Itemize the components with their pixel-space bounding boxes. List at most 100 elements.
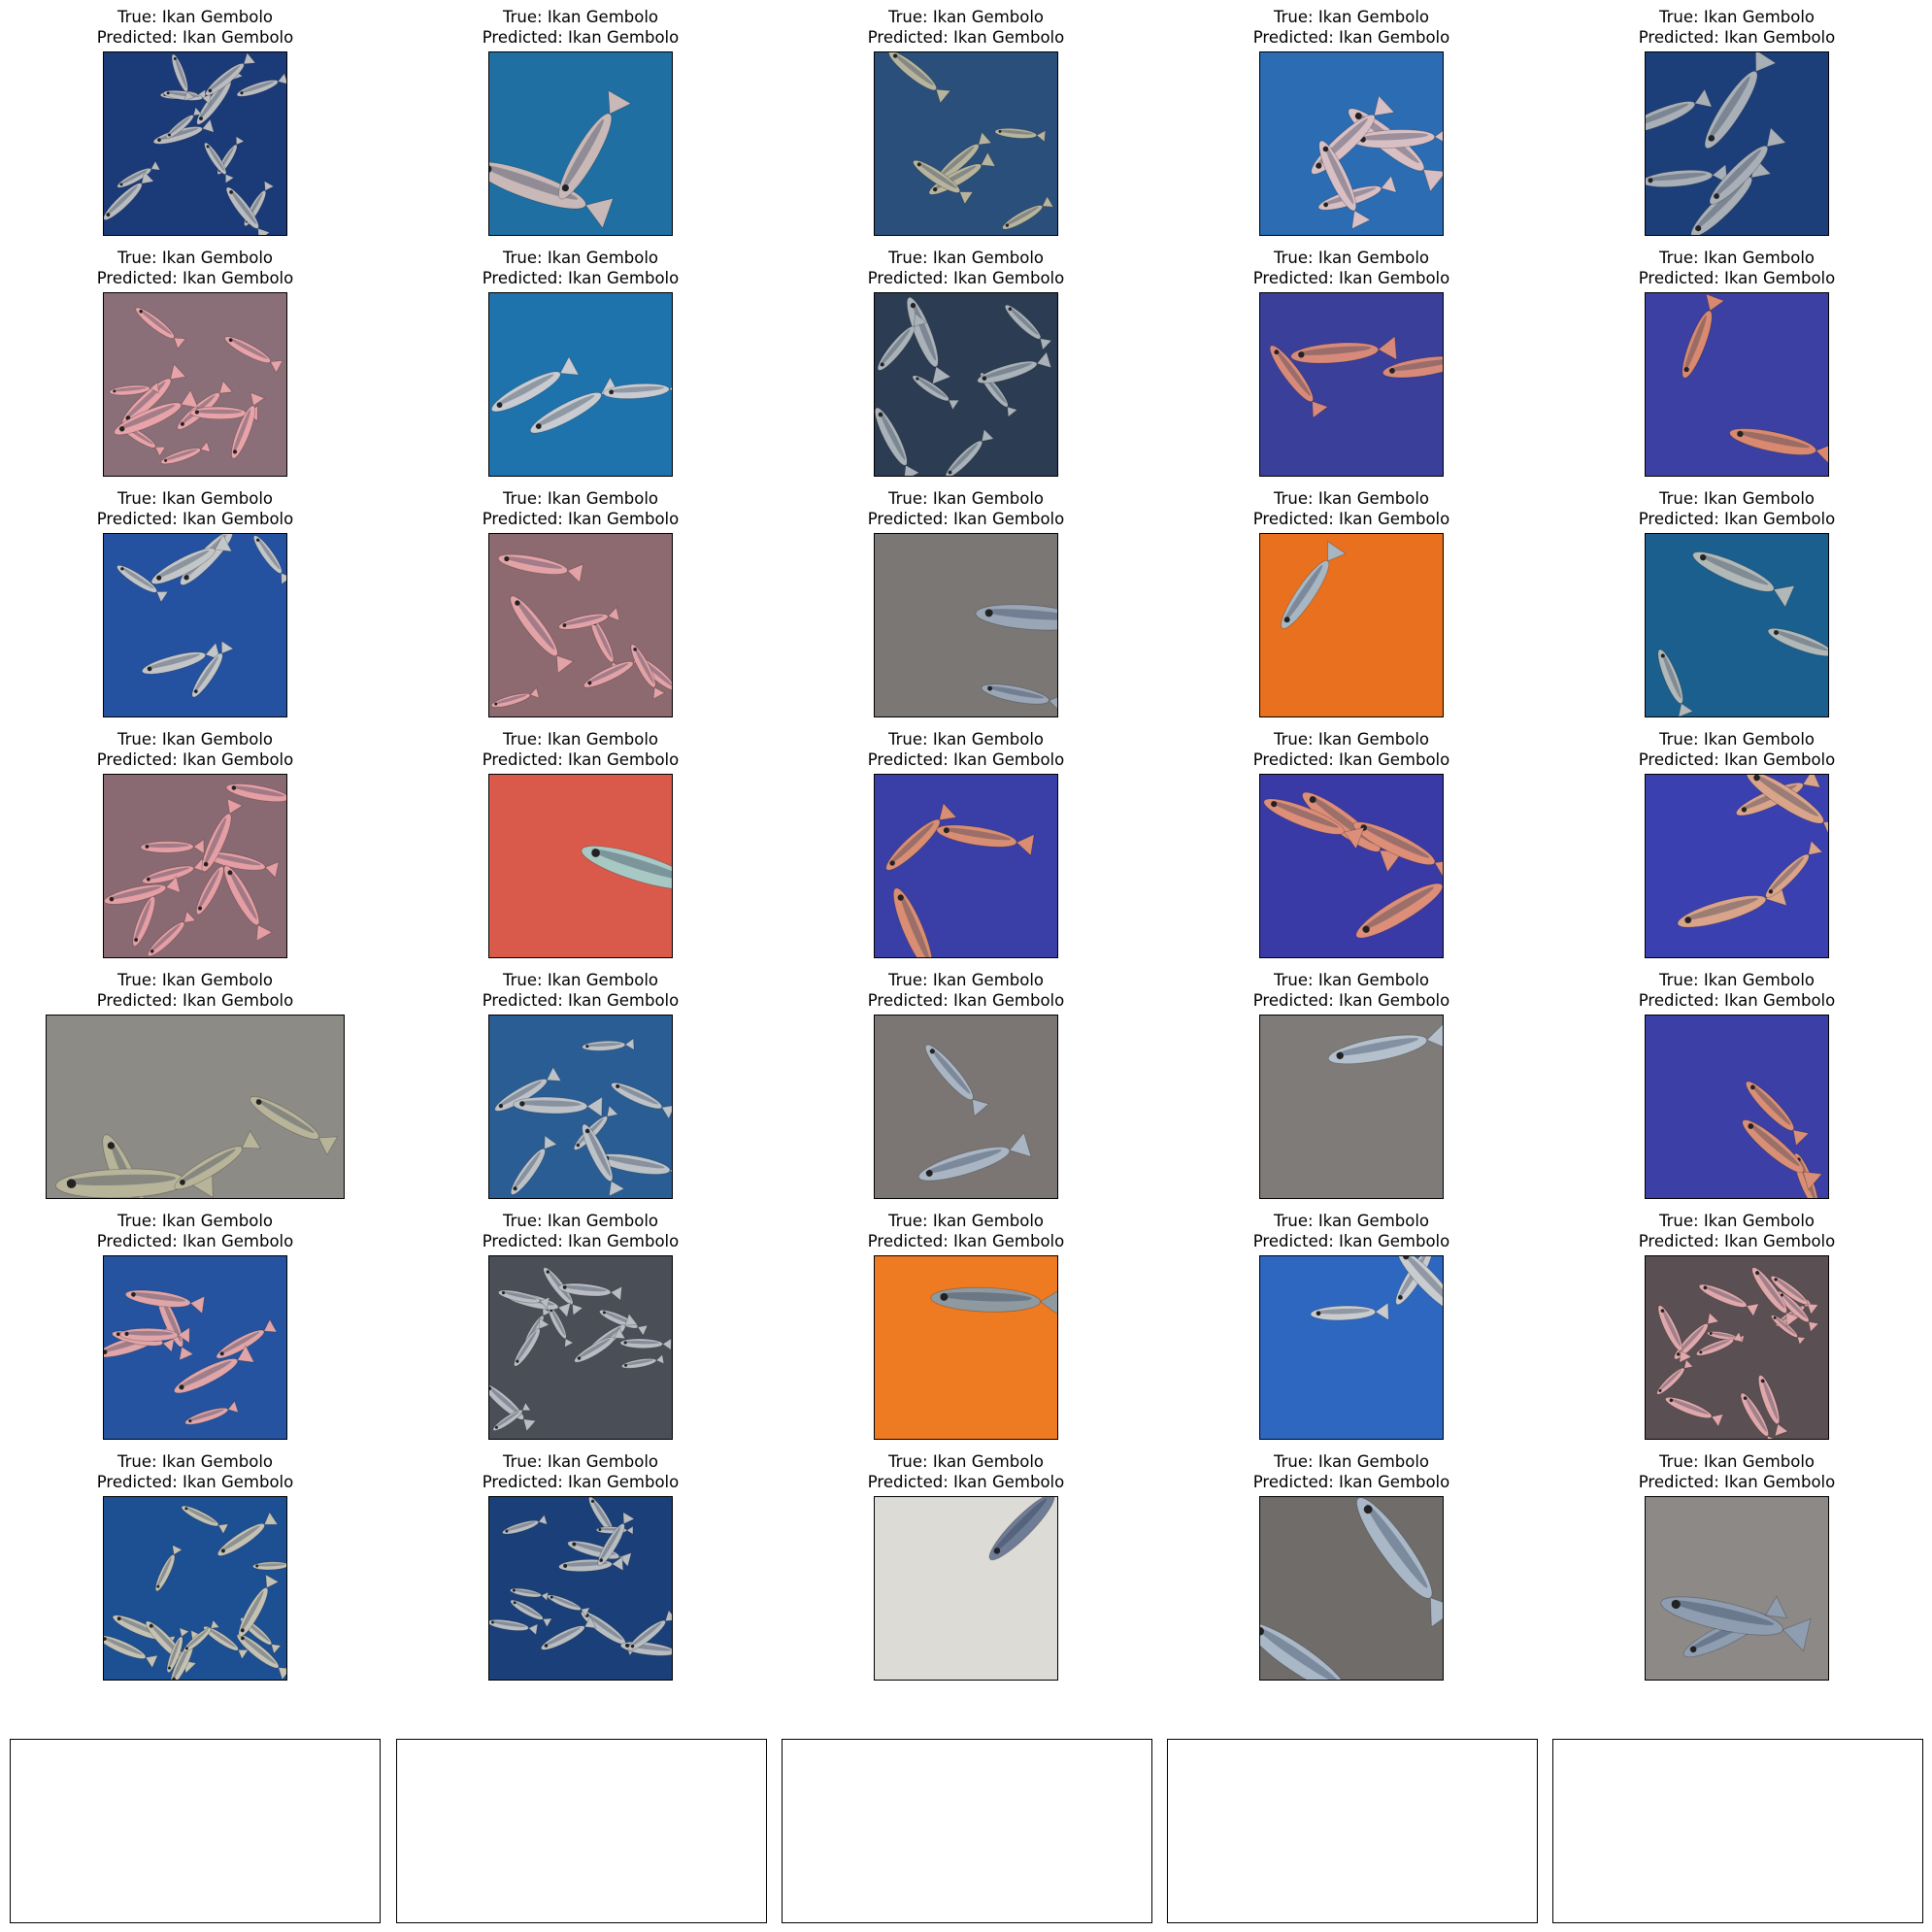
prediction-title: True: Ikan Gembolo Predicted: Ikan Gembol…: [435, 1212, 726, 1251]
predicted-label: Predicted: Ikan Gembolo: [482, 27, 680, 47]
fish-photo: [1645, 292, 1829, 477]
predicted-label: Predicted: Ikan Gembolo: [1252, 27, 1450, 47]
true-label: True: Ikan Gembolo: [887, 8, 1045, 26]
fish-photo: [103, 774, 287, 958]
fish-photo: [1259, 774, 1444, 958]
predicted-label: Predicted: Ikan Gembolo: [96, 268, 294, 287]
predicted-label: Predicted: Ikan Gembolo: [1252, 1472, 1450, 1491]
predicted-label: Predicted: Ikan Gembolo: [867, 27, 1065, 47]
fish-photo: [1645, 774, 1829, 958]
prediction-title: True: Ikan Gembolo Predicted: Ikan Gembol…: [820, 489, 1112, 529]
true-label: True: Ikan Gembolo: [502, 249, 659, 267]
prediction-title: True: Ikan Gembolo Predicted: Ikan Gembol…: [820, 249, 1112, 288]
prediction-title: True: Ikan Gembolo Predicted: Ikan Gembol…: [1206, 1452, 1497, 1492]
fish-photo: [488, 1255, 673, 1440]
true-label: True: Ikan Gembolo: [502, 1212, 659, 1230]
predicted-label: Predicted: Ikan Gembolo: [867, 990, 1065, 1010]
predicted-label: Predicted: Ikan Gembolo: [1252, 749, 1450, 769]
prediction-title: True: Ikan Gembolo Predicted: Ikan Gembol…: [1206, 730, 1497, 770]
predicted-label: Predicted: Ikan Gembolo: [1638, 1231, 1836, 1250]
prediction-title: True: Ikan Gembolo Predicted: Ikan Gembol…: [1206, 971, 1497, 1011]
empty-axes-panel: [396, 1739, 767, 1923]
prediction-title: True: Ikan Gembolo Predicted: Ikan Gembol…: [435, 8, 726, 48]
true-label: True: Ikan Gembolo: [502, 971, 659, 989]
prediction-title: True: Ikan Gembolo Predicted: Ikan Gembol…: [1206, 1212, 1497, 1251]
prediction-title: True: Ikan Gembolo Predicted: Ikan Gembol…: [1206, 489, 1497, 529]
true-label: True: Ikan Gembolo: [502, 489, 659, 508]
fish-photo: [488, 292, 673, 477]
true-label: True: Ikan Gembolo: [1658, 1452, 1815, 1471]
true-label: True: Ikan Gembolo: [502, 1452, 659, 1471]
fish-photo: [874, 292, 1058, 477]
predicted-label: Predicted: Ikan Gembolo: [867, 1472, 1065, 1491]
fish-photo: [103, 1496, 287, 1681]
true-label: True: Ikan Gembolo: [117, 730, 274, 749]
prediction-title: True: Ikan Gembolo Predicted: Ikan Gembol…: [50, 971, 341, 1011]
true-label: True: Ikan Gembolo: [502, 8, 659, 26]
true-label: True: Ikan Gembolo: [117, 971, 274, 989]
true-label: True: Ikan Gembolo: [117, 1212, 274, 1230]
empty-axes-panel: [1167, 1739, 1538, 1923]
prediction-title: True: Ikan Gembolo Predicted: Ikan Gembol…: [435, 489, 726, 529]
predicted-label: Predicted: Ikan Gembolo: [1252, 1231, 1450, 1250]
prediction-title: True: Ikan Gembolo Predicted: Ikan Gembol…: [50, 249, 341, 288]
prediction-title: True: Ikan Gembolo Predicted: Ikan Gembol…: [1591, 249, 1882, 288]
predicted-label: Predicted: Ikan Gembolo: [1252, 990, 1450, 1010]
true-label: True: Ikan Gembolo: [1273, 1212, 1430, 1230]
predicted-label: Predicted: Ikan Gembolo: [1252, 268, 1450, 287]
predicted-label: Predicted: Ikan Gembolo: [1252, 509, 1450, 528]
prediction-title: True: Ikan Gembolo Predicted: Ikan Gembol…: [435, 249, 726, 288]
fish-photo: [46, 1015, 345, 1199]
fish-photo: [874, 1255, 1058, 1440]
predicted-label: Predicted: Ikan Gembolo: [96, 509, 294, 528]
prediction-title: True: Ikan Gembolo Predicted: Ikan Gembol…: [1206, 8, 1497, 48]
predicted-label: Predicted: Ikan Gembolo: [1638, 27, 1836, 47]
true-label: True: Ikan Gembolo: [1273, 1452, 1430, 1471]
fish-photo: [1259, 1255, 1444, 1440]
true-label: True: Ikan Gembolo: [1658, 1212, 1815, 1230]
true-label: True: Ikan Gembolo: [1273, 249, 1430, 267]
prediction-title: True: Ikan Gembolo Predicted: Ikan Gembol…: [435, 1452, 726, 1492]
true-label: True: Ikan Gembolo: [887, 1212, 1045, 1230]
prediction-title: True: Ikan Gembolo Predicted: Ikan Gembol…: [435, 971, 726, 1011]
fish-photo: [1259, 292, 1444, 477]
predicted-label: Predicted: Ikan Gembolo: [482, 1472, 680, 1491]
fish-photo: [1259, 1496, 1444, 1681]
predicted-label: Predicted: Ikan Gembolo: [482, 509, 680, 528]
fish-photo: [1645, 51, 1829, 236]
true-label: True: Ikan Gembolo: [1273, 971, 1430, 989]
fish-photo: [874, 774, 1058, 958]
fish-photo: [488, 1015, 673, 1199]
true-label: True: Ikan Gembolo: [1658, 249, 1815, 267]
fish-photo: [1645, 1255, 1829, 1440]
true-label: True: Ikan Gembolo: [117, 249, 274, 267]
fish-photo: [1645, 533, 1829, 717]
true-label: True: Ikan Gembolo: [887, 489, 1045, 508]
predicted-label: Predicted: Ikan Gembolo: [96, 990, 294, 1010]
empty-axes-panel: [10, 1739, 381, 1923]
predicted-label: Predicted: Ikan Gembolo: [96, 27, 294, 47]
fish-photo: [488, 774, 673, 958]
predicted-label: Predicted: Ikan Gembolo: [1638, 990, 1836, 1010]
prediction-title: True: Ikan Gembolo Predicted: Ikan Gembol…: [1591, 730, 1882, 770]
true-label: True: Ikan Gembolo: [1658, 8, 1815, 26]
true-label: True: Ikan Gembolo: [1273, 730, 1430, 749]
predicted-label: Predicted: Ikan Gembolo: [1638, 749, 1836, 769]
fish-photo: [874, 51, 1058, 236]
predicted-label: Predicted: Ikan Gembolo: [482, 1231, 680, 1250]
prediction-title: True: Ikan Gembolo Predicted: Ikan Gembol…: [1591, 8, 1882, 48]
true-label: True: Ikan Gembolo: [1273, 8, 1430, 26]
prediction-title: True: Ikan Gembolo Predicted: Ikan Gembol…: [820, 971, 1112, 1011]
prediction-title: True: Ikan Gembolo Predicted: Ikan Gembol…: [50, 489, 341, 529]
true-label: True: Ikan Gembolo: [887, 249, 1045, 267]
prediction-title: True: Ikan Gembolo Predicted: Ikan Gembol…: [820, 1452, 1112, 1492]
prediction-title: True: Ikan Gembolo Predicted: Ikan Gembol…: [820, 730, 1112, 770]
prediction-title: True: Ikan Gembolo Predicted: Ikan Gembol…: [50, 1212, 341, 1251]
true-label: True: Ikan Gembolo: [117, 8, 274, 26]
predicted-label: Predicted: Ikan Gembolo: [482, 990, 680, 1010]
fish-photo: [488, 533, 673, 717]
predicted-label: Predicted: Ikan Gembolo: [1638, 268, 1836, 287]
prediction-title: True: Ikan Gembolo Predicted: Ikan Gembol…: [1591, 971, 1882, 1011]
empty-axes-panel: [1552, 1739, 1923, 1923]
predicted-label: Predicted: Ikan Gembolo: [482, 268, 680, 287]
